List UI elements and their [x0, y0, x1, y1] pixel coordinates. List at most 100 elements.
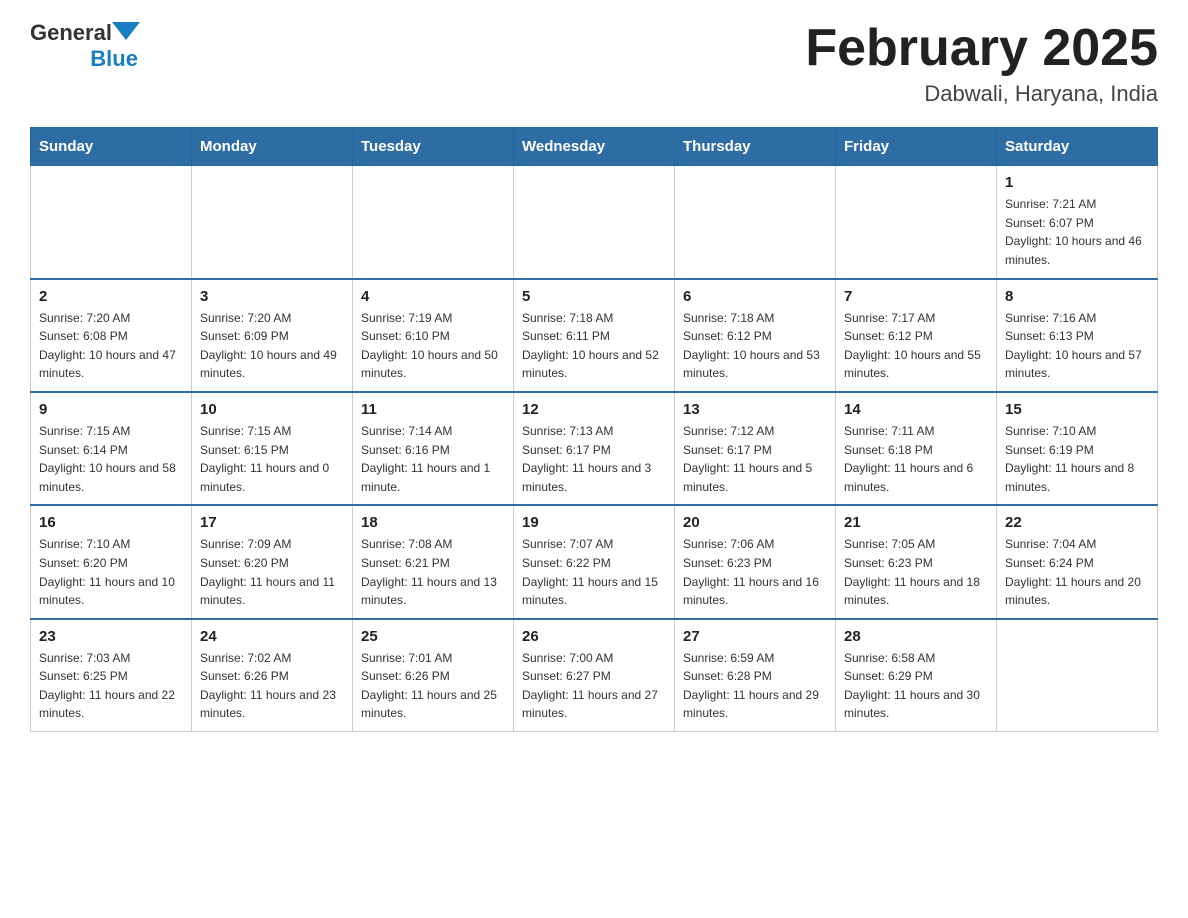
day-info: Sunrise: 7:17 AM Sunset: 6:12 PM Dayligh…	[844, 309, 988, 383]
day-number: 6	[683, 288, 827, 305]
weekday-header-tuesday: Tuesday	[353, 128, 514, 166]
calendar-cell: 25 Sunrise: 7:01 AM Sunset: 6:26 PM Dayli…	[353, 619, 514, 732]
day-info: Sunrise: 7:15 AM Sunset: 6:15 PM Dayligh…	[200, 422, 344, 496]
day-number: 9	[39, 401, 183, 418]
calendar-cell: 6 Sunrise: 7:18 AM Sunset: 6:12 PM Daylig…	[675, 279, 836, 392]
day-number: 8	[1005, 288, 1149, 305]
logo-general-text: General	[30, 20, 112, 46]
day-info: Sunrise: 7:09 AM Sunset: 6:20 PM Dayligh…	[200, 535, 344, 609]
day-number: 3	[200, 288, 344, 305]
day-number: 14	[844, 401, 988, 418]
day-number: 10	[200, 401, 344, 418]
weekday-header-wednesday: Wednesday	[514, 128, 675, 166]
calendar-cell: 13Sunrise: 7:12 AM Sunset: 6:17 PM Dayli…	[675, 392, 836, 505]
day-info: Sunrise: 7:01 AM Sunset: 6:26 PM Dayligh…	[361, 649, 505, 723]
calendar-week-row: 16 Sunrise: 7:10 AM Sunset: 6:20 PM Dayli…	[31, 505, 1158, 618]
day-number: 19	[522, 514, 666, 531]
calendar-cell: 20 Sunrise: 7:06 AM Sunset: 6:23 PM Dayli…	[675, 505, 836, 618]
day-number: 26	[522, 628, 666, 645]
logo-blue-text: Blue	[90, 46, 138, 72]
day-number: 27	[683, 628, 827, 645]
calendar-cell: 17 Sunrise: 7:09 AM Sunset: 6:20 PM Dayli…	[192, 505, 353, 618]
calendar-week-row: 2 Sunrise: 7:20 AM Sunset: 6:08 PM Daylig…	[31, 279, 1158, 392]
day-info: Sunrise: 7:19 AM Sunset: 6:10 PM Dayligh…	[361, 309, 505, 383]
calendar-cell	[31, 166, 192, 279]
day-info: Sunrise: 6:59 AM Sunset: 6:28 PM Dayligh…	[683, 649, 827, 723]
day-info: Sunrise: 7:21 AM Sunset: 6:07 PM Dayligh…	[1005, 195, 1149, 269]
day-info: Sunrise: 7:20 AM Sunset: 6:08 PM Dayligh…	[39, 309, 183, 383]
calendar-cell	[514, 166, 675, 279]
day-info: Sunrise: 7:10 AM Sunset: 6:20 PM Dayligh…	[39, 535, 183, 609]
calendar-subtitle: Dabwali, Haryana, India	[805, 81, 1158, 107]
day-info: Sunrise: 7:04 AM Sunset: 6:24 PM Dayligh…	[1005, 535, 1149, 609]
day-number: 21	[844, 514, 988, 531]
day-info: Sunrise: 7:03 AM Sunset: 6:25 PM Dayligh…	[39, 649, 183, 723]
day-info: Sunrise: 7:07 AM Sunset: 6:22 PM Dayligh…	[522, 535, 666, 609]
day-number: 5	[522, 288, 666, 305]
day-info: Sunrise: 7:08 AM Sunset: 6:21 PM Dayligh…	[361, 535, 505, 609]
weekday-header-thursday: Thursday	[675, 128, 836, 166]
day-number: 20	[683, 514, 827, 531]
calendar-cell: 21 Sunrise: 7:05 AM Sunset: 6:23 PM Dayli…	[836, 505, 997, 618]
calendar-cell: 12Sunrise: 7:13 AM Sunset: 6:17 PM Dayli…	[514, 392, 675, 505]
day-number: 4	[361, 288, 505, 305]
day-number: 13	[683, 401, 827, 418]
day-info: Sunrise: 7:06 AM Sunset: 6:23 PM Dayligh…	[683, 535, 827, 609]
day-info: Sunrise: 7:10 AM Sunset: 6:19 PM Dayligh…	[1005, 422, 1149, 496]
calendar-cell: 23Sunrise: 7:03 AM Sunset: 6:25 PM Dayli…	[31, 619, 192, 732]
calendar-cell: 19 Sunrise: 7:07 AM Sunset: 6:22 PM Dayli…	[514, 505, 675, 618]
day-number: 7	[844, 288, 988, 305]
calendar-title: February 2025	[805, 20, 1158, 77]
calendar-cell: 24Sunrise: 7:02 AM Sunset: 6:26 PM Dayli…	[192, 619, 353, 732]
calendar-week-row: 23Sunrise: 7:03 AM Sunset: 6:25 PM Dayli…	[31, 619, 1158, 732]
weekday-header-friday: Friday	[836, 128, 997, 166]
calendar-cell: 5 Sunrise: 7:18 AM Sunset: 6:11 PM Daylig…	[514, 279, 675, 392]
day-info: Sunrise: 7:11 AM Sunset: 6:18 PM Dayligh…	[844, 422, 988, 496]
day-number: 2	[39, 288, 183, 305]
calendar-cell	[675, 166, 836, 279]
calendar-cell: 27 Sunrise: 6:59 AM Sunset: 6:28 PM Dayli…	[675, 619, 836, 732]
logo-triangle-icon	[112, 22, 140, 40]
day-info: Sunrise: 7:16 AM Sunset: 6:13 PM Dayligh…	[1005, 309, 1149, 383]
day-number: 25	[361, 628, 505, 645]
calendar-cell: 7 Sunrise: 7:17 AM Sunset: 6:12 PM Daylig…	[836, 279, 997, 392]
day-info: Sunrise: 7:05 AM Sunset: 6:23 PM Dayligh…	[844, 535, 988, 609]
calendar-cell: 11 Sunrise: 7:14 AM Sunset: 6:16 PM Dayli…	[353, 392, 514, 505]
day-number: 17	[200, 514, 344, 531]
day-number: 28	[844, 628, 988, 645]
calendar-table: SundayMondayTuesdayWednesdayThursdayFrid…	[30, 127, 1158, 732]
weekday-header-monday: Monday	[192, 128, 353, 166]
day-info: Sunrise: 7:00 AM Sunset: 6:27 PM Dayligh…	[522, 649, 666, 723]
day-info: Sunrise: 7:14 AM Sunset: 6:16 PM Dayligh…	[361, 422, 505, 496]
day-info: Sunrise: 6:58 AM Sunset: 6:29 PM Dayligh…	[844, 649, 988, 723]
calendar-cell	[353, 166, 514, 279]
day-number: 11	[361, 401, 505, 418]
day-info: Sunrise: 7:02 AM Sunset: 6:26 PM Dayligh…	[200, 649, 344, 723]
calendar-cell: 15Sunrise: 7:10 AM Sunset: 6:19 PM Dayli…	[997, 392, 1158, 505]
calendar-cell: 18Sunrise: 7:08 AM Sunset: 6:21 PM Dayli…	[353, 505, 514, 618]
calendar-header-row: SundayMondayTuesdayWednesdayThursdayFrid…	[31, 128, 1158, 166]
calendar-cell	[836, 166, 997, 279]
calendar-cell	[192, 166, 353, 279]
day-info: Sunrise: 7:18 AM Sunset: 6:11 PM Dayligh…	[522, 309, 666, 383]
day-info: Sunrise: 7:18 AM Sunset: 6:12 PM Dayligh…	[683, 309, 827, 383]
calendar-cell: 2 Sunrise: 7:20 AM Sunset: 6:08 PM Daylig…	[31, 279, 192, 392]
calendar-cell: 22 Sunrise: 7:04 AM Sunset: 6:24 PM Dayli…	[997, 505, 1158, 618]
title-area: February 2025 Dabwali, Haryana, India	[805, 20, 1158, 107]
day-number: 22	[1005, 514, 1149, 531]
calendar-cell: 14 Sunrise: 7:11 AM Sunset: 6:18 PM Dayli…	[836, 392, 997, 505]
calendar-cell: 1Sunrise: 7:21 AM Sunset: 6:07 PM Daylig…	[997, 166, 1158, 279]
calendar-cell: 26 Sunrise: 7:00 AM Sunset: 6:27 PM Dayli…	[514, 619, 675, 732]
calendar-week-row: 9Sunrise: 7:15 AM Sunset: 6:14 PM Daylig…	[31, 392, 1158, 505]
page-header: General Blue February 2025 Dabwali, Hary…	[30, 20, 1158, 107]
calendar-cell: 28 Sunrise: 6:58 AM Sunset: 6:29 PM Dayli…	[836, 619, 997, 732]
day-info: Sunrise: 7:20 AM Sunset: 6:09 PM Dayligh…	[200, 309, 344, 383]
calendar-cell: 4 Sunrise: 7:19 AM Sunset: 6:10 PM Daylig…	[353, 279, 514, 392]
day-number: 16	[39, 514, 183, 531]
calendar-week-row: 1Sunrise: 7:21 AM Sunset: 6:07 PM Daylig…	[31, 166, 1158, 279]
calendar-cell	[997, 619, 1158, 732]
calendar-cell: 9Sunrise: 7:15 AM Sunset: 6:14 PM Daylig…	[31, 392, 192, 505]
day-info: Sunrise: 7:13 AM Sunset: 6:17 PM Dayligh…	[522, 422, 666, 496]
logo: General Blue	[30, 20, 140, 72]
calendar-cell: 16 Sunrise: 7:10 AM Sunset: 6:20 PM Dayli…	[31, 505, 192, 618]
